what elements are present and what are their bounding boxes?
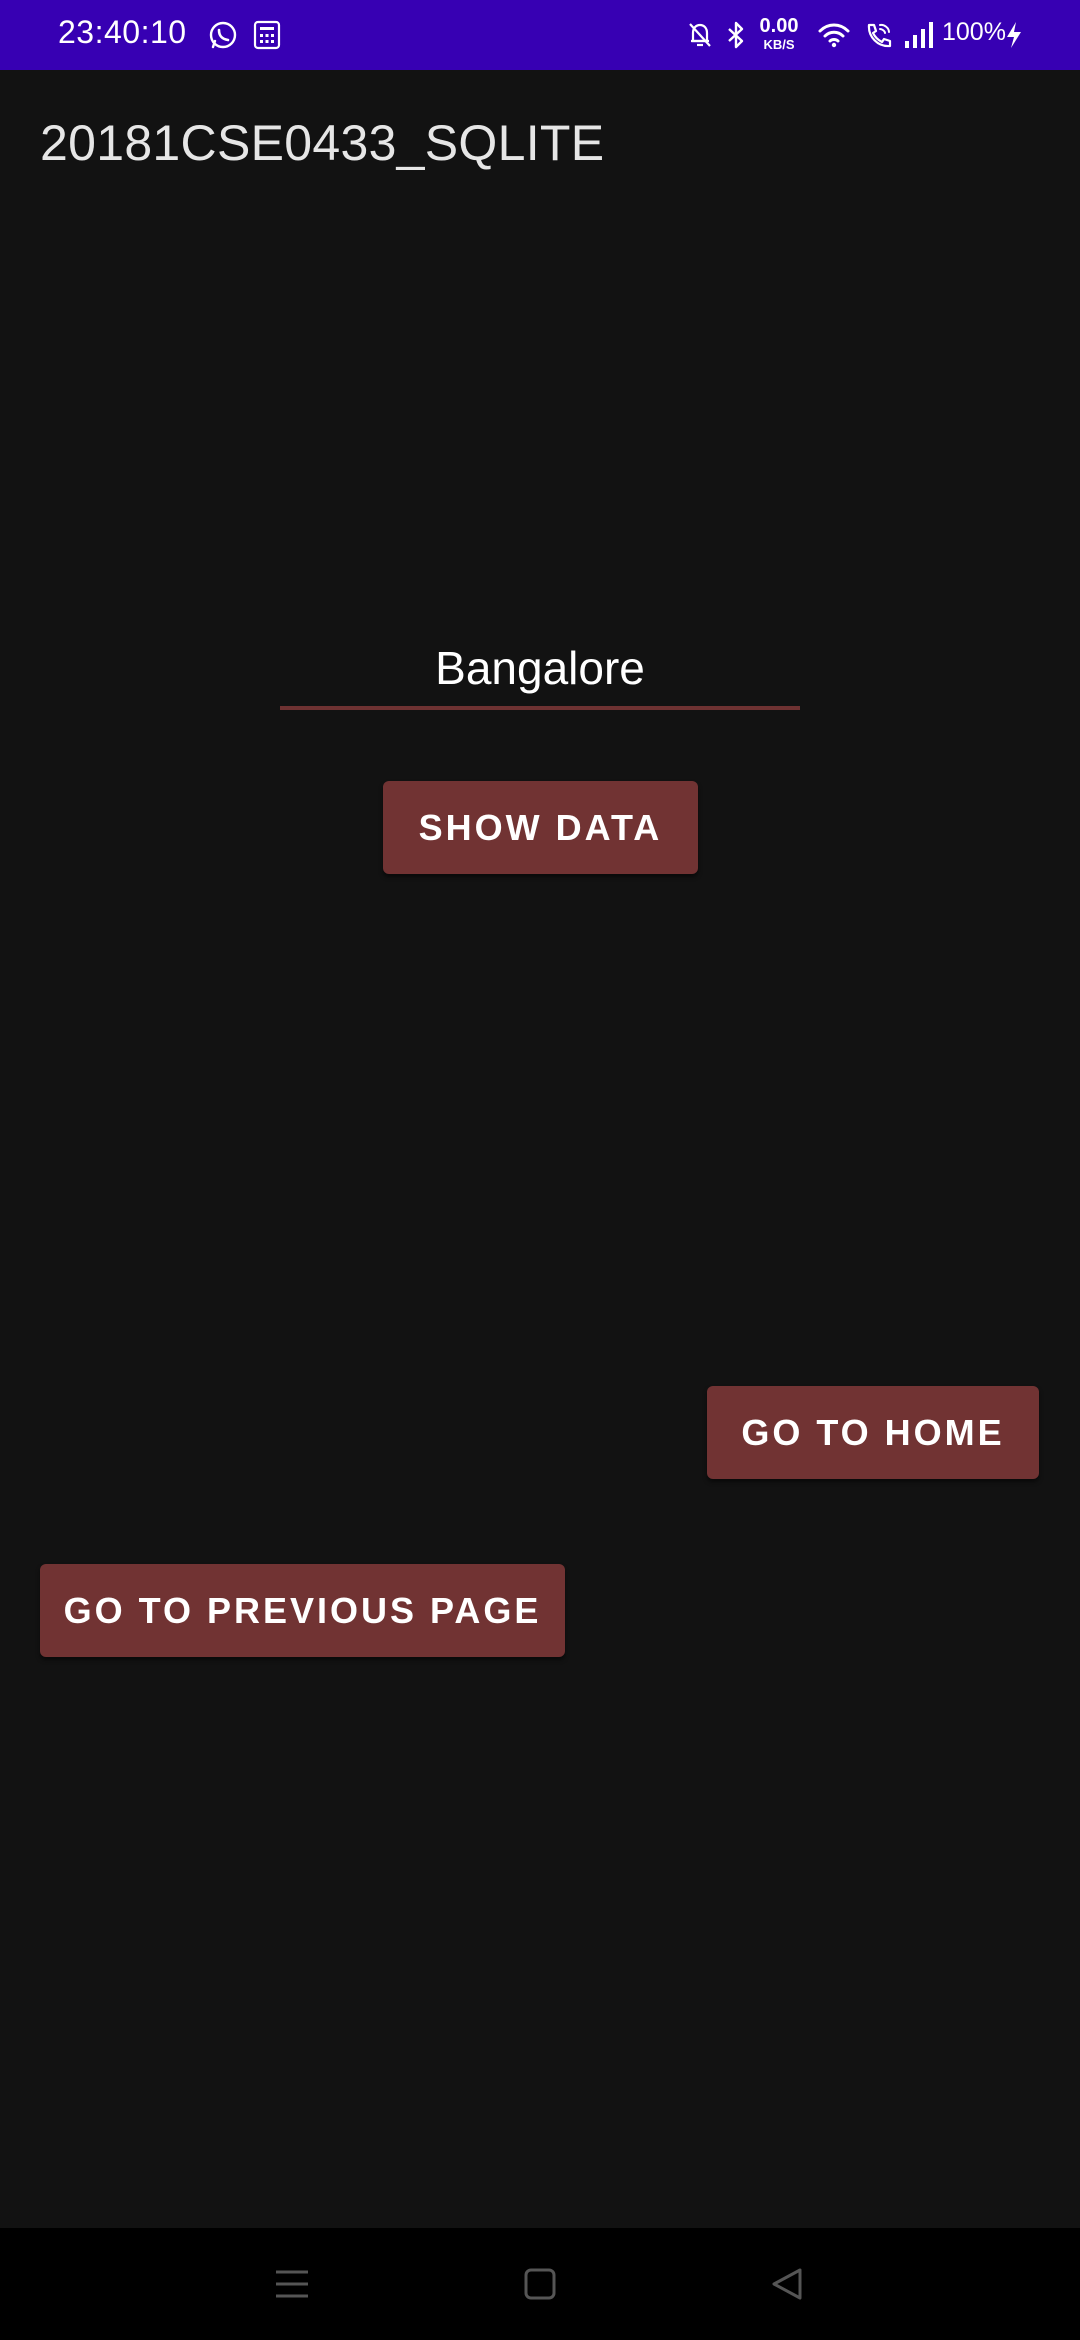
- bluetooth-icon: [722, 18, 750, 52]
- city-input[interactable]: [280, 630, 800, 710]
- status-time: 23:40:10: [58, 14, 187, 50]
- screen: 23:40:10 0.00 KB/S 100% 20181CSE0433_SQL…: [0, 0, 1080, 2340]
- whatsapp-icon: [206, 18, 240, 52]
- navigation-bar: [0, 2228, 1080, 2340]
- calculator-icon: [250, 18, 284, 52]
- home-square-icon[interactable]: [514, 2258, 566, 2310]
- net-speed: 0.00 KB/S: [756, 16, 802, 51]
- wifi-calling-icon: [862, 18, 896, 52]
- status-bar: 23:40:10 0.00 KB/S 100%: [0, 0, 1080, 70]
- signal-icon: [902, 18, 938, 52]
- go-to-previous-page-button[interactable]: GO TO PREVIOUS PAGE: [40, 1564, 565, 1657]
- battery-level: 100%: [942, 18, 1006, 46]
- show-data-button[interactable]: SHOW DATA: [383, 781, 698, 874]
- go-to-home-button[interactable]: GO TO HOME: [707, 1386, 1039, 1479]
- app-title: 20181CSE0433_SQLITE: [40, 115, 605, 171]
- menu-icon[interactable]: [266, 2258, 318, 2310]
- net-speed-unit: KB/S: [763, 37, 795, 52]
- back-triangle-icon[interactable]: [762, 2258, 814, 2310]
- net-speed-value: 0.00: [759, 15, 799, 37]
- wifi-icon: [816, 18, 852, 52]
- mute-bell-icon: [684, 18, 716, 52]
- charging-icon: [1002, 18, 1026, 52]
